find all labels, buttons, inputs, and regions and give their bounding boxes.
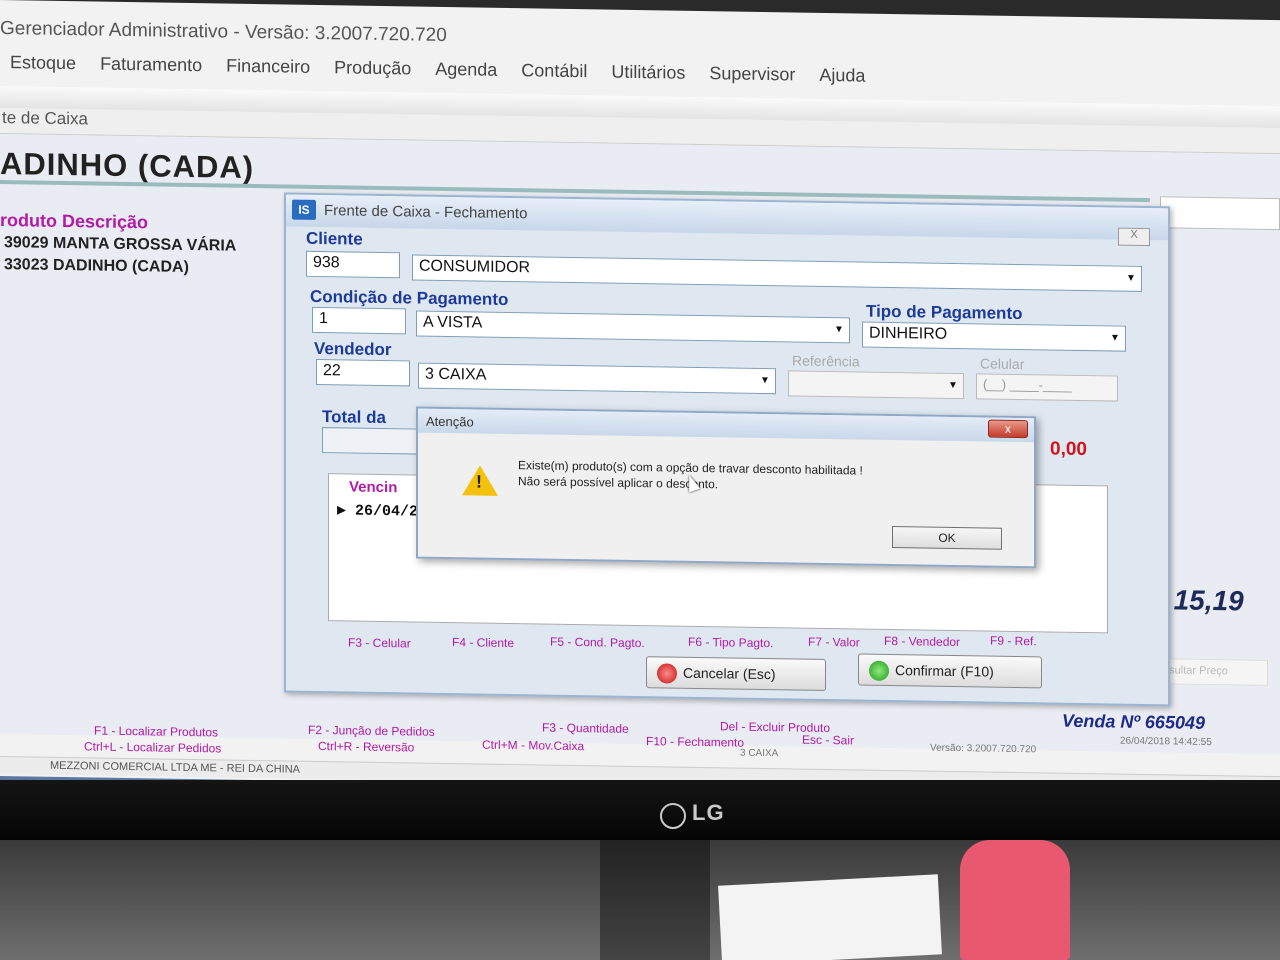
- quantity-box[interactable]: [1160, 196, 1280, 231]
- menu-financeiro[interactable]: Financeiro: [226, 56, 310, 91]
- dialog-title: Frente de Caixa - Fechamento: [324, 202, 528, 223]
- cliente-code-field[interactable]: 938: [306, 250, 400, 279]
- alert-close-button[interactable]: x: [988, 419, 1028, 439]
- chevron-down-icon[interactable]: ▼: [831, 321, 847, 339]
- menu-estoque[interactable]: Estoque: [10, 52, 76, 87]
- menu-producao[interactable]: Produção: [334, 57, 411, 92]
- shortcut-f1: F1 - Localizar Produtos: [94, 723, 219, 740]
- shortcut-f3: F3 - Quantidade: [542, 720, 629, 736]
- cancel-icon: [657, 663, 677, 684]
- shortcut-f3-celular: F3 - Celular: [348, 635, 411, 651]
- confirm-icon: [869, 660, 889, 681]
- chevron-down-icon[interactable]: ▼: [1123, 270, 1139, 288]
- app-title: Gerenciador Administrativo - Versão: 3.2…: [0, 18, 447, 47]
- grid-header-vencimento: Vencin: [349, 478, 398, 497]
- monitor-stand: [600, 840, 710, 960]
- pink-object: [960, 840, 1070, 960]
- celular-label: Celular: [980, 355, 1025, 373]
- shortcut-f8-vendedor: F8 - Vendedor: [884, 633, 961, 650]
- table-row[interactable]: ▶ 26/04/2: [337, 500, 418, 520]
- referencia-label: Referência: [792, 352, 860, 370]
- shortcut-ctrl-r: Ctrl+R - Reversão: [318, 738, 415, 755]
- tipo-pagamento-select[interactable]: DINHEIRO ▼: [862, 321, 1126, 352]
- condicao-name: A VISTA: [423, 313, 483, 332]
- condicao-code-field[interactable]: 1: [312, 306, 406, 335]
- sale-datetime: 26/04/2018 14:42:55: [1120, 735, 1212, 749]
- menu-supervisor[interactable]: Supervisor: [709, 63, 795, 98]
- monitor-screen: Gerenciador Administrativo - Versão: 3.2…: [0, 0, 1280, 811]
- list-item[interactable]: 33023 DADINHO (CADA): [4, 256, 189, 277]
- cliente-label: Cliente: [306, 228, 363, 249]
- total-value: 0,00: [1050, 438, 1087, 461]
- tipo-pagamento-value: DINHEIRO: [869, 324, 948, 343]
- shortcut-f5-cond: F5 - Cond. Pagto.: [550, 634, 645, 651]
- dialog-close-button[interactable]: X: [1118, 227, 1150, 247]
- shortcut-ctrl-m: Ctrl+M - Mov.Caixa: [482, 737, 585, 754]
- shortcut-f7-valor: F7 - Valor: [808, 634, 860, 650]
- vendedor-name: 3 CAIXA: [425, 365, 487, 384]
- version-label: Versão: 3.2007.720.720: [930, 742, 1037, 756]
- monitor-brand: LG: [692, 800, 725, 825]
- menu-contabil[interactable]: Contábil: [521, 60, 587, 95]
- warning-message-box: Atenção x ! Existe(m) produto(s) com a o…: [416, 406, 1036, 569]
- cancel-button-label: Cancelar (Esc): [683, 664, 776, 683]
- celular-field[interactable]: (__) ____-____: [976, 373, 1118, 402]
- vendedor-select[interactable]: 3 CAIXA ▼: [418, 362, 776, 395]
- photo-stage: Gerenciador Administrativo - Versão: 3.2…: [0, 0, 1280, 960]
- shortcut-f6-tipo: F6 - Tipo Pagto.: [688, 634, 774, 651]
- is-logo-icon: IS: [292, 199, 316, 220]
- condicao-select[interactable]: A VISTA ▼: [416, 310, 850, 344]
- monitor-bezel: [0, 780, 1280, 840]
- cashier-label: 3 CAIXA: [740, 747, 779, 760]
- list-item[interactable]: 39029 MANTA GROSSA VÁRIA: [4, 234, 236, 256]
- grid-cell-date: 26/04/2: [355, 502, 419, 521]
- confirm-button-label: Confirmar (F10): [895, 662, 994, 680]
- menu-agenda[interactable]: Agenda: [435, 59, 497, 94]
- shortcut-f10: F10 - Fechamento: [646, 734, 745, 750]
- shortcut-ctrl-l: Ctrl+L - Localizar Pedidos: [84, 739, 222, 756]
- total-label: Total da: [322, 407, 386, 428]
- products-header: roduto Descrição: [0, 210, 149, 233]
- shortcut-f2: F2 - Junção de Pedidos: [308, 722, 435, 739]
- vendedor-code-field[interactable]: 22: [316, 358, 410, 387]
- shortcut-f4-cliente: F4 - Cliente: [452, 635, 515, 651]
- chevron-down-icon[interactable]: ▼: [757, 372, 773, 390]
- cancel-button[interactable]: Cancelar (Esc): [646, 656, 826, 691]
- vendedor-label: Vendedor: [314, 338, 392, 360]
- menu-faturamento[interactable]: Faturamento: [100, 54, 202, 90]
- shortcut-esc: Esc - Sair: [802, 732, 855, 748]
- total-field[interactable]: [322, 427, 418, 455]
- warning-exclamation: !: [476, 471, 482, 492]
- menu-ajuda[interactable]: Ajuda: [819, 65, 865, 100]
- chevron-down-icon[interactable]: ▼: [1107, 329, 1123, 347]
- lg-logo-icon: [660, 803, 686, 829]
- menu-utilitarios[interactable]: Utilitários: [611, 62, 685, 97]
- tipo-pagamento-label: Tipo de Pagamento: [866, 301, 1023, 324]
- shortcut-f9-ref: F9 - Ref.: [990, 633, 1037, 649]
- ok-button[interactable]: OK: [892, 526, 1002, 550]
- chevron-down-icon[interactable]: ▼: [945, 377, 961, 395]
- sale-number: Venda Nº 665049: [1062, 710, 1205, 733]
- confirm-button[interactable]: Confirmar (F10): [858, 653, 1042, 689]
- cliente-select[interactable]: CONSUMIDOR ▼: [412, 254, 1142, 292]
- referencia-select[interactable]: ▼: [788, 370, 964, 400]
- paper-sheet: [718, 874, 942, 960]
- cliente-name: CONSUMIDOR: [419, 257, 531, 277]
